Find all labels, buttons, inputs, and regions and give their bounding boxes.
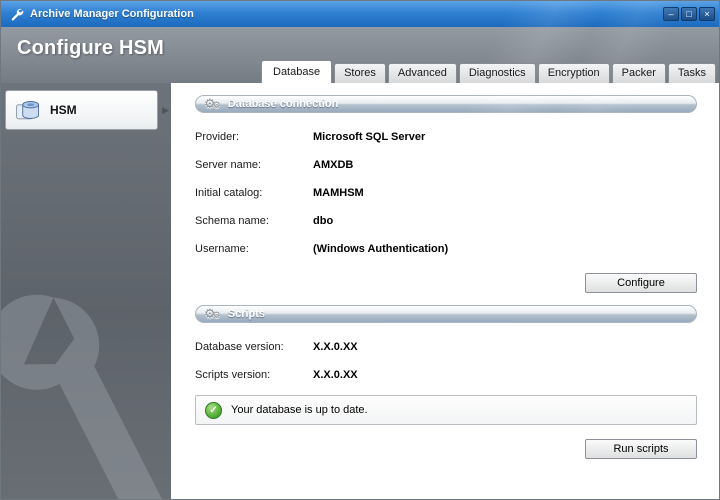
- scripts-button-row: Run scripts: [195, 439, 697, 459]
- field-label: Provider:: [195, 131, 240, 143]
- section-title: Scripts: [227, 308, 266, 320]
- main-area: HSM ▶ ⚙⚙ Database connection Provider: M…: [1, 83, 719, 499]
- sidebar-row: HSM ▶: [5, 90, 169, 130]
- page-title: Configure HSM: [17, 37, 165, 59]
- field-label: Database version:: [195, 341, 284, 353]
- maximize-button[interactable]: □: [681, 7, 697, 21]
- sidebar-item-hsm[interactable]: HSM: [5, 90, 159, 130]
- run-scripts-button[interactable]: Run scripts: [585, 439, 697, 459]
- field-value: X.X.0.XX: [313, 369, 358, 381]
- field-value: X.X.0.XX: [313, 341, 358, 353]
- content-panel: ⚙⚙ Database connection Provider: Microso…: [171, 83, 719, 499]
- configure-button[interactable]: Configure: [585, 273, 697, 293]
- field-server-name: Server name: AMXDB: [195, 157, 697, 174]
- field-value: Microsoft SQL Server: [313, 131, 426, 143]
- tab-encryption[interactable]: Encryption: [537, 63, 610, 83]
- field-label: Username:: [195, 243, 249, 255]
- tab-tasks[interactable]: Tasks: [667, 63, 717, 83]
- field-value: (Windows Authentication): [313, 243, 449, 255]
- gear-icon: ⚙⚙: [204, 305, 221, 321]
- close-button[interactable]: ×: [699, 7, 715, 21]
- tab-strip: Database Stores Advanced Diagnostics Enc…: [261, 60, 718, 83]
- tab-database[interactable]: Database: [261, 60, 333, 83]
- field-value: MAMHSM: [313, 187, 364, 199]
- field-label: Initial catalog:: [195, 187, 263, 199]
- status-message-box: ✓ Your database is up to date.: [195, 395, 697, 425]
- minimize-button[interactable]: –: [663, 7, 679, 21]
- field-username: Username: (Windows Authentication): [195, 241, 697, 258]
- field-value: AMXDB: [313, 159, 354, 171]
- status-text: Your database is up to date.: [231, 404, 368, 416]
- field-label: Scripts version:: [195, 369, 271, 381]
- window-controls: – □ ×: [663, 7, 715, 21]
- app-window: Archive Manager Configuration – □ × Conf…: [0, 0, 720, 500]
- database-button-row: Configure: [195, 273, 697, 293]
- wrench-watermark-icon: [1, 294, 166, 499]
- field-provider: Provider: Microsoft SQL Server: [195, 129, 697, 146]
- section-header-scripts: ⚙⚙ Scripts: [195, 305, 697, 323]
- field-database-version: Database version: X.X.0.XX: [195, 339, 697, 356]
- chevron-right-icon: ▶: [162, 104, 169, 115]
- field-label: Schema name:: [195, 215, 269, 227]
- tab-advanced[interactable]: Advanced: [387, 63, 457, 83]
- tab-packer[interactable]: Packer: [611, 63, 666, 83]
- field-label: Server name:: [195, 159, 262, 171]
- wrench-icon: [11, 8, 24, 20]
- title-bar: Archive Manager Configuration – □ ×: [1, 1, 719, 27]
- field-value: dbo: [313, 215, 334, 227]
- sidebar-item-label: HSM: [50, 103, 77, 117]
- sidebar: HSM ▶: [1, 83, 171, 499]
- window-title: Archive Manager Configuration: [30, 8, 194, 20]
- header-band: Configure HSM Database Stores Advanced D…: [1, 1, 719, 117]
- field-initial-catalog: Initial catalog: MAMHSM: [195, 185, 697, 202]
- field-scripts-version: Scripts version: X.X.0.XX: [195, 367, 697, 384]
- section-title: Database connection: [227, 98, 339, 110]
- check-circle-icon: ✓: [205, 401, 222, 419]
- section-header-database-connection: ⚙⚙ Database connection: [195, 95, 697, 113]
- tab-diagnostics[interactable]: Diagnostics: [458, 63, 536, 83]
- database-icon: [16, 101, 39, 120]
- gear-icon: ⚙⚙: [204, 95, 221, 111]
- tab-stores[interactable]: Stores: [334, 63, 386, 83]
- field-schema-name: Schema name: dbo: [195, 213, 697, 230]
